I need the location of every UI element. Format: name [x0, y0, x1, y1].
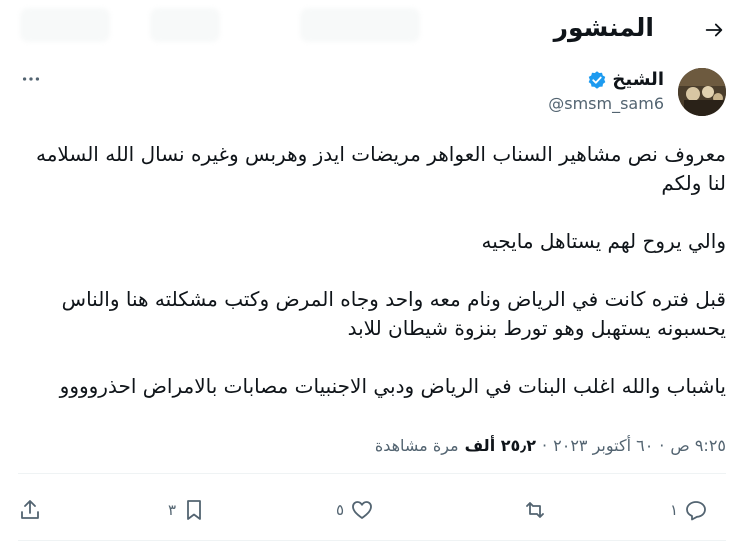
- author-handle[interactable]: @smsm_sam6: [548, 94, 664, 113]
- post-paragraph: معروف نص مشاهير السناب العواهر مريضات اي…: [36, 142, 726, 195]
- post-paragraph: ياشباب والله اغلب البنات في الرياض ودبي …: [59, 374, 726, 398]
- back-arrow-icon: [705, 23, 723, 37]
- top-bar: المنشور: [0, 0, 744, 60]
- action-bar: ٣ ٥ ١: [18, 490, 726, 530]
- page-title: المنشور: [553, 13, 654, 42]
- author-name[interactable]: الشيخ: [612, 69, 664, 90]
- faded-tab: [300, 8, 420, 42]
- avatar[interactable]: [678, 68, 726, 116]
- post-paragraph: قبل فتره كانت في الرياض ونام معه واحد وج…: [61, 287, 726, 340]
- author-row: الشيخ @smsm_sam6: [18, 66, 726, 120]
- meta-separator: ·: [659, 436, 665, 455]
- faded-tab: [150, 8, 220, 42]
- reply-button[interactable]: ١: [670, 490, 708, 530]
- like-count: ٥: [336, 501, 345, 519]
- like-button[interactable]: ٥: [336, 490, 374, 530]
- more-icon: [22, 77, 40, 81]
- views-count: ٢٥٫٢ ألف: [464, 436, 537, 455]
- meta-separator: ·: [542, 436, 548, 455]
- views-label: مرة مشاهدة: [374, 436, 459, 455]
- bookmark-count: ٣: [168, 501, 177, 519]
- divider: [18, 540, 726, 541]
- share-icon: [21, 500, 39, 519]
- repost-icon: [526, 502, 544, 518]
- faded-tab: [20, 8, 110, 42]
- post-paragraph: والي يروح لهم يستاهل مايجيه: [481, 229, 726, 253]
- author-name-row[interactable]: الشيخ: [587, 69, 664, 90]
- reply-count: ١: [670, 501, 679, 519]
- post-meta: ٩:٢٥ ص · ٦٠ أكتوبر ٢٠٢٣ · ٢٥٫٢ ألف مرة م…: [375, 436, 726, 455]
- post-date[interactable]: ٦٠ أكتوبر ٢٠٢٣: [553, 436, 653, 455]
- divider: [18, 473, 726, 474]
- bookmark-button[interactable]: ٣: [168, 490, 206, 530]
- verified-badge-icon: [589, 70, 606, 89]
- share-button[interactable]: [18, 490, 42, 530]
- reply-icon: [686, 501, 706, 521]
- more-button[interactable]: [18, 66, 44, 92]
- back-button[interactable]: [702, 18, 726, 42]
- like-icon: [352, 501, 372, 519]
- repost-button[interactable]: [523, 490, 553, 530]
- post-time[interactable]: ٩:٢٥ ص: [670, 436, 726, 455]
- post-text: معروف نص مشاهير السناب العواهر مريضات اي…: [26, 140, 726, 401]
- bookmark-icon: [187, 500, 201, 520]
